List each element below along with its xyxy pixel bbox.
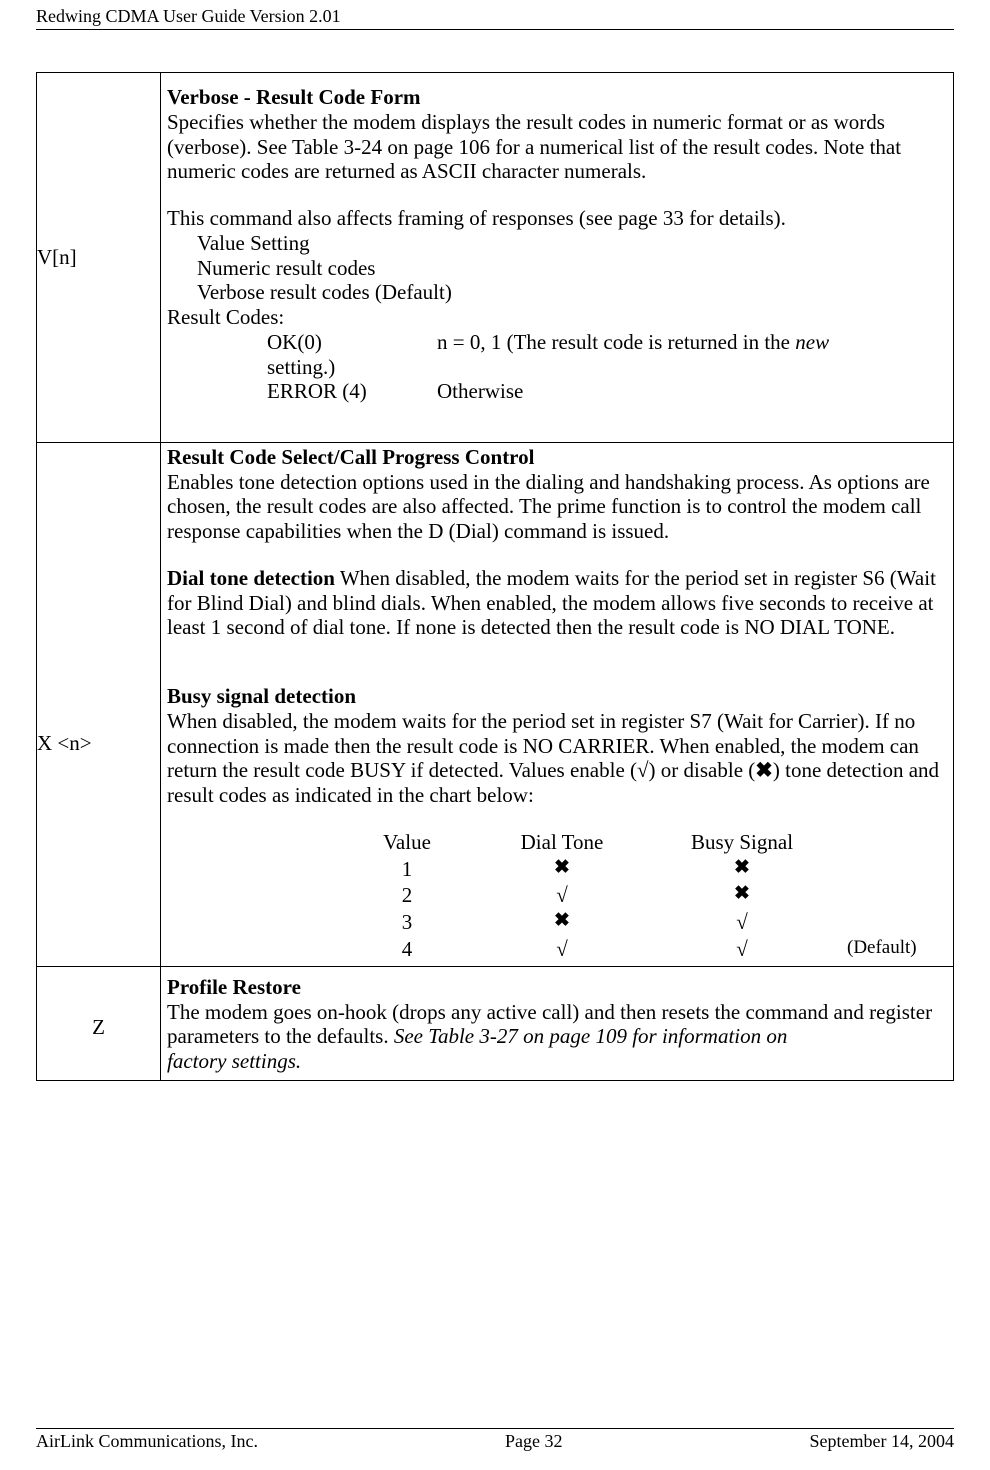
description-cell: Verbose - Result Code Form Specifies whe… [161,73,954,443]
row-title: Result Code Select/Call Progress Control [167,445,947,470]
chart-header: Value [327,830,487,855]
paragraph: When disabled, the modem waits for the p… [167,709,947,808]
chart-header: Busy Signal [637,830,847,855]
rc-setting: setting.) [267,355,437,380]
check-icon: √ [487,937,637,962]
chart-value: 2 [327,883,487,908]
list-item: Verbose result codes (Default) [197,280,947,305]
footer-center: Page 32 [505,1431,563,1452]
command-cell: V[n] [37,73,161,443]
command-cell: X <n> [37,442,161,966]
table-row: Z Profile Restore The modem goes on-hook… [37,966,954,1080]
command-table: V[n] Verbose - Result Code Form Specifie… [36,72,954,1081]
page-header: Redwing CDMA User Guide Version 2.01 [36,0,954,30]
check-icon: √ [637,937,847,962]
result-codes-label: Result Codes: [167,305,947,330]
page-footer: AirLink Communications, Inc. Page 32 Sep… [36,1428,954,1452]
list-item: Numeric result codes [197,256,947,281]
check-icon: √ [487,883,637,908]
rc-error-text: Otherwise [437,379,947,404]
paragraph: Dial tone detection When disabled, the m… [167,566,947,640]
footer-left: AirLink Communications, Inc. [36,1431,258,1452]
row-title: Verbose - Result Code Form [167,85,947,110]
paragraph: Specifies whether the modem displays the… [167,110,947,184]
default-label: (Default) [847,937,947,962]
description-cell: Profile Restore The modem goes on-hook (… [161,966,954,1080]
chart-header: Dial Tone [487,830,637,855]
cross-icon: ✖ [637,857,847,882]
chart-value: 4 [327,937,487,962]
cross-icon: ✖ [487,857,637,882]
footer-right: September 14, 2004 [810,1431,954,1452]
rc-ok-text: n = 0, 1 (The result code is returned in… [437,330,947,355]
table-row: X <n> Result Code Select/Call Progress C… [37,442,954,966]
paragraph: factory settings. [167,1049,947,1074]
paragraph: This command also affects framing of res… [167,206,947,231]
command-cell: Z [37,966,161,1080]
paragraph: The modem goes on-hook (drops any active… [167,1000,947,1050]
table-row: V[n] Verbose - Result Code Form Specifie… [37,73,954,443]
list-item: Value Setting [197,231,947,256]
rc-ok: OK(0) [267,330,437,355]
row-title: Profile Restore [167,975,947,1000]
cross-icon: ✖ [637,883,847,908]
check-icon: √ [637,910,847,935]
chart-value: 3 [327,910,487,935]
paragraph: Enables tone detection options used in t… [167,470,947,544]
cross-icon: ✖ [487,910,637,935]
description-cell: Result Code Select/Call Progress Control… [161,442,954,966]
subheading: Busy signal detection [167,684,947,709]
rc-error: ERROR (4) [267,379,437,404]
detection-chart: Value Dial Tone Busy Signal 1 ✖ ✖ 2 √ ✖ … [327,830,947,962]
chart-value: 1 [327,857,487,882]
